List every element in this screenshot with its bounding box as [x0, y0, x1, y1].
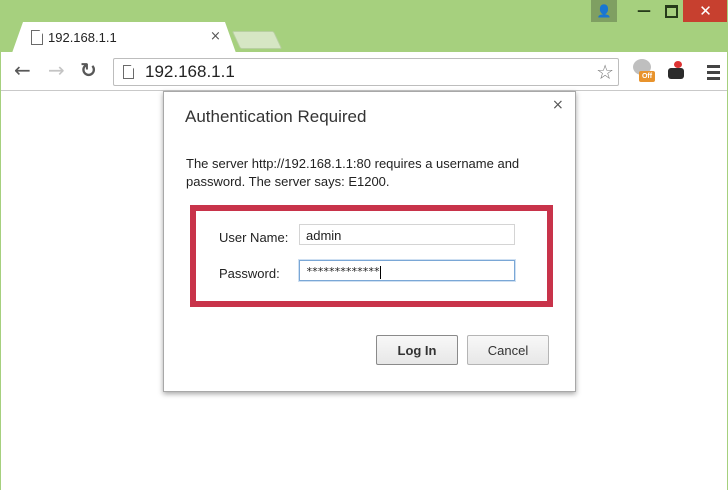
url-text[interactable]: 192.168.1.1: [145, 62, 235, 82]
credentials-highlight-box: [190, 205, 553, 307]
forward-arrow-icon[interactable]: →: [48, 60, 65, 80]
tab-close-icon[interactable]: ×: [210, 29, 221, 44]
bookmark-star-icon[interactable]: ☆: [596, 60, 614, 84]
close-icon[interactable]: ✕: [683, 0, 728, 22]
text-caret: [380, 265, 382, 279]
reload-icon[interactable]: ↻: [80, 60, 97, 80]
cancel-button[interactable]: Cancel: [467, 335, 549, 365]
user-icon[interactable]: 👤: [591, 0, 617, 22]
extension-badge: Off: [639, 71, 655, 82]
password-label: Password:: [219, 266, 280, 281]
browser-tab[interactable]: 192.168.1.1 ×: [12, 22, 236, 53]
username-label: User Name:: [219, 230, 289, 245]
maximize-icon[interactable]: [659, 0, 683, 22]
title-bar: 👤 — ✕ 192.168.1.1 ×: [0, 0, 728, 52]
menu-icon[interactable]: [707, 65, 720, 83]
browser-toolbar: ← → ↻ 192.168.1.1 ☆ Off: [0, 52, 728, 91]
dialog-close-icon[interactable]: ×: [552, 97, 564, 113]
password-value: *************: [306, 265, 380, 278]
window-border-left: [0, 0, 1, 490]
page-icon: [31, 30, 43, 45]
minimize-icon[interactable]: —: [632, 0, 656, 22]
tab-title: 192.168.1.1: [48, 30, 117, 45]
authentication-dialog: × Authentication Required The server htt…: [163, 91, 576, 392]
dialog-message: The server http://192.168.1.1:80 require…: [186, 156, 520, 189]
extension-icon[interactable]: Off: [630, 58, 656, 84]
new-tab-button[interactable]: [231, 31, 283, 49]
camera-extension-icon[interactable]: [666, 61, 688, 81]
page-icon: [123, 65, 134, 79]
address-bar[interactable]: 192.168.1.1 ☆: [113, 58, 619, 86]
username-field[interactable]: admin: [299, 224, 515, 245]
login-button[interactable]: Log In: [376, 335, 458, 365]
back-arrow-icon[interactable]: ←: [14, 60, 31, 80]
dialog-title: Authentication Required: [185, 107, 367, 126]
password-field[interactable]: *************: [299, 260, 515, 281]
